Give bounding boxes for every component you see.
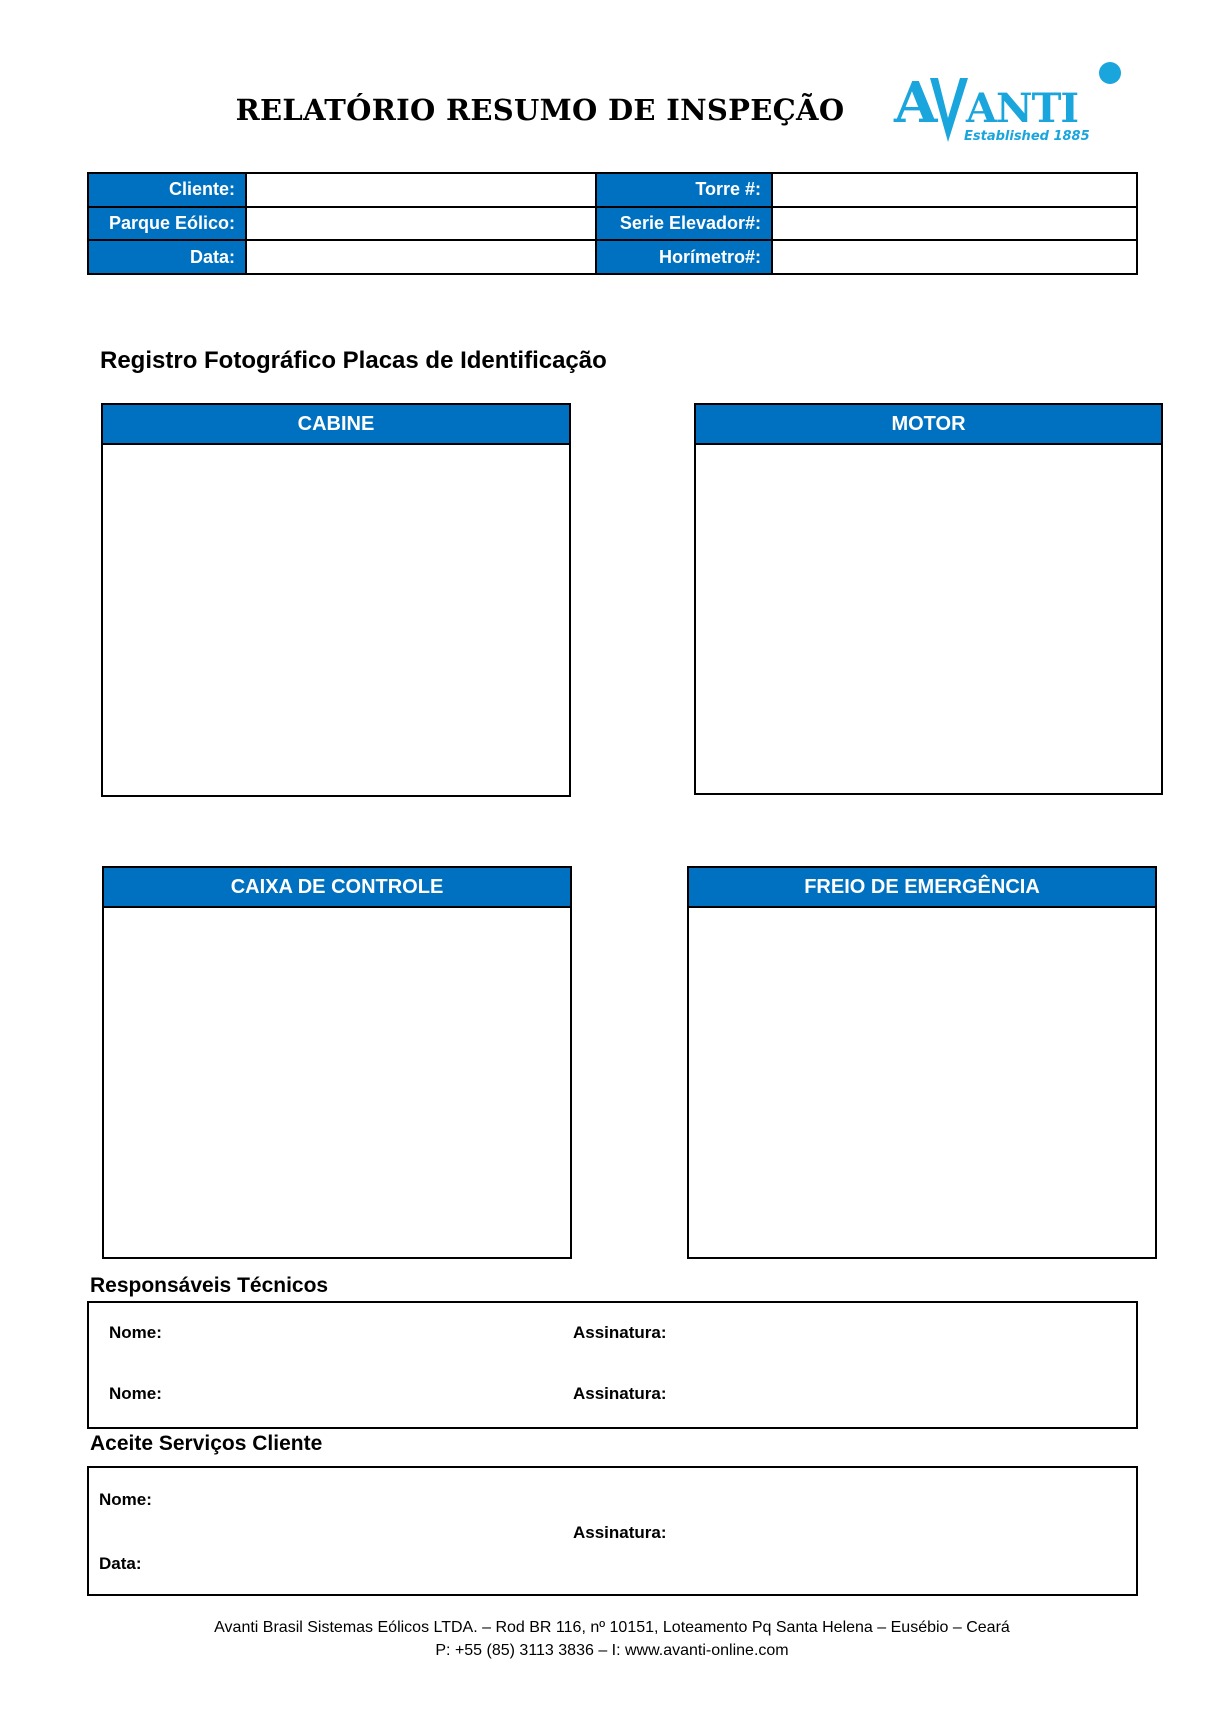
footer-address: Avanti Brasil Sistemas Eólicos LTDA. – R… [214, 1619, 1010, 1636]
technician-name-label-2: Nome: [109, 1384, 162, 1403]
inspection-info-table: Cliente: Torre #: Parque Eólico: Serie E… [87, 172, 1138, 275]
client-acceptance-section-title: Aceite Serviços Cliente [90, 1432, 323, 1455]
info-row: Data: Horímetro#: [87, 239, 1138, 275]
wind-park-label: Parque Eólico: [87, 205, 247, 242]
client-acceptance-box: Nome: Assinatura: Data: [87, 1466, 1138, 1596]
client-label: Cliente: [87, 172, 247, 208]
photo-area[interactable] [104, 908, 570, 1257]
date-label: Data: [87, 239, 247, 275]
photo-box-motor: MOTOR [694, 403, 1163, 795]
footer-contact: P: +55 (85) 3113 3836 – I: www.avanti-on… [435, 1642, 789, 1659]
technician-signature-label-1: Assinatura: [573, 1323, 667, 1342]
photo-section-title: Registro Fotográfico Placas de Identific… [100, 347, 607, 374]
client-date-label: Data: [99, 1554, 142, 1573]
svg-text:Established 1885: Established 1885 [964, 129, 1090, 144]
technicians-section-title: Responsáveis Técnicos [90, 1274, 329, 1297]
svg-text:ANTI: ANTI [965, 85, 1078, 132]
photo-box-cabine: CABINE [101, 403, 571, 797]
elevator-serial-label: Serie Elevador#: [595, 205, 773, 242]
hour-meter-label: Horímetro#: [595, 239, 773, 275]
page-title: RELATÓRIO RESUMO DE INSPEÇÃO [235, 93, 845, 127]
photo-area[interactable] [689, 908, 1155, 1257]
date-field[interactable] [245, 239, 597, 275]
technician-name-label-1: Nome: [109, 1323, 162, 1342]
wind-park-field[interactable] [245, 205, 597, 242]
photo-box-emergency-brake: FREIO DE EMERGÊNCIA [687, 866, 1157, 1259]
technicians-signature-box: Nome: Assinatura: Nome: Assinatura: [87, 1301, 1138, 1429]
photo-box-header: CAIXA DE CONTROLE [104, 868, 570, 908]
elevator-serial-field[interactable] [771, 205, 1138, 242]
hour-meter-field[interactable] [771, 239, 1138, 275]
avanti-logo-graphic: A ANTI Established 1885 [893, 62, 1121, 144]
avanti-logo: A ANTI Established 1885 [890, 56, 1130, 151]
photo-box-header: CABINE [103, 405, 569, 445]
client-field[interactable] [245, 172, 597, 208]
technician-signature-label-2: Assinatura: [573, 1384, 667, 1403]
photo-area[interactable] [103, 445, 569, 795]
info-row: Parque Eólico: Serie Elevador#: [87, 205, 1138, 242]
tower-field[interactable] [771, 172, 1138, 208]
photo-box-header: FREIO DE EMERGÊNCIA [689, 868, 1155, 908]
photo-box-header: MOTOR [696, 405, 1161, 445]
client-signature-label: Assinatura: [573, 1523, 667, 1542]
photo-box-control-box: CAIXA DE CONTROLE [102, 866, 572, 1259]
info-row: Cliente: Torre #: [87, 172, 1138, 208]
photo-area[interactable] [696, 445, 1161, 793]
client-name-label: Nome: [99, 1490, 152, 1509]
tower-label: Torre #: [595, 172, 773, 208]
